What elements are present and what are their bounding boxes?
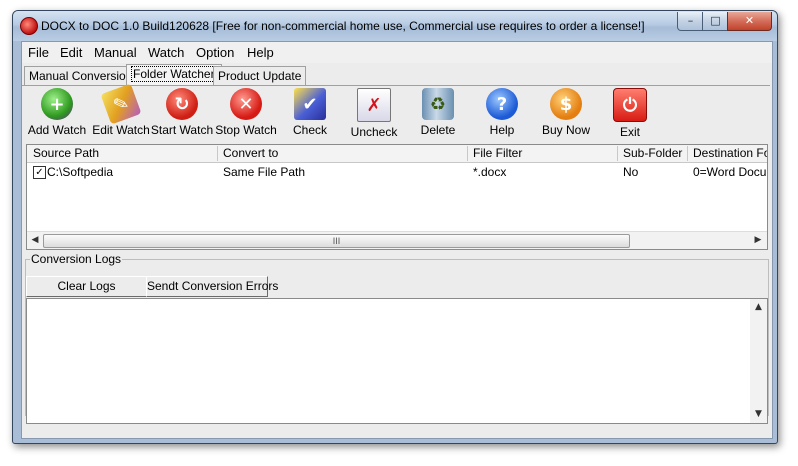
window-title: DOCX to DOC 1.0 Build120628 [Free for no… <box>41 19 645 33</box>
check-label: Check <box>292 123 327 137</box>
start-watch-button[interactable]: ↻ Start Watch <box>150 88 214 140</box>
cell-sub-folder: No <box>623 165 639 179</box>
edit-watch-icon: ✎ <box>100 83 142 125</box>
log-content <box>27 299 767 303</box>
table-row[interactable]: ✓ C:\Softpedia Same File Path *.docx No … <box>27 163 767 181</box>
buy-now-button[interactable]: $ Buy Now <box>534 88 598 140</box>
check-icon: ✔ <box>294 88 326 120</box>
menu-file[interactable]: File <box>28 45 49 60</box>
tab-update-label: Product Update <box>218 69 302 83</box>
menu-bar: File Edit Manual Watch Option Help <box>22 42 772 63</box>
col-source-path[interactable]: Source Path <box>27 146 218 161</box>
exit-button[interactable]: ⏻ Exit <box>598 88 662 140</box>
minimize-button[interactable]: – <box>677 12 704 31</box>
title-bar[interactable]: DOCX to DOC 1.0 Build120628 [Free for no… <box>13 11 777 41</box>
stop-watch-label: Stop Watch <box>215 123 277 137</box>
conversion-log-text[interactable]: ▲ ▼ <box>26 298 768 424</box>
cell-file-filter: *.docx <box>473 165 507 179</box>
trash-icon: ♻ <box>422 88 454 120</box>
menu-option[interactable]: Option <box>196 45 234 60</box>
toolbar: + Add Watch ✎ Edit Watch ↻ Start Watch ✕… <box>22 83 770 142</box>
exit-label: Exit <box>619 125 640 139</box>
edit-watch-button[interactable]: ✎ Edit Watch <box>89 83 153 140</box>
maximize-button[interactable]: □ <box>702 12 729 31</box>
buy-now-label: Buy Now <box>541 123 591 137</box>
scroll-right-icon[interactable]: ▶ <box>751 234 765 247</box>
menu-help[interactable]: Help <box>247 45 274 60</box>
col-destination[interactable]: Destination For <box>687 146 767 161</box>
stop-watch-button[interactable]: ✕ Stop Watch <box>214 88 278 140</box>
watch-table[interactable]: Source Path Convert to File Filter Sub-F… <box>26 144 768 250</box>
tab-product-update[interactable]: Product Update <box>213 66 307 85</box>
check-button[interactable]: ✔ Check <box>278 88 342 140</box>
col-convert-to[interactable]: Convert to <box>217 146 468 161</box>
uncheck-button[interactable]: ✗ Uncheck <box>342 88 406 140</box>
scroll-thumb[interactable]: III <box>43 234 630 248</box>
tab-manual-conversion[interactable]: Manual Conversion <box>24 66 138 85</box>
tab-strip: Manual Conversion Folder Watcher Product… <box>22 64 772 86</box>
table-header: Source Path Convert to File Filter Sub-F… <box>27 145 767 163</box>
start-watch-icon: ↻ <box>166 88 198 120</box>
horizontal-scrollbar[interactable]: ◀ III ▶ <box>27 231 767 249</box>
client-area: File Edit Manual Watch Option Help Manua… <box>21 41 773 439</box>
conversion-logs-label: Conversion Logs <box>30 252 123 266</box>
edit-watch-label: Edit Watch <box>92 123 150 137</box>
tab-manual-label: Manual Conversion <box>29 69 133 83</box>
help-label: Help <box>489 123 515 137</box>
add-watch-icon: + <box>41 88 73 120</box>
cell-destination: 0=Word Document <box>693 165 767 179</box>
stop-icon: ✕ <box>230 88 262 120</box>
close-button[interactable]: ✕ <box>727 12 772 31</box>
folder-watcher-page: + Add Watch ✎ Edit Watch ↻ Start Watch ✕… <box>22 83 770 438</box>
vertical-scrollbar[interactable]: ▲ ▼ <box>750 299 767 423</box>
tab-folder-watcher[interactable]: Folder Watcher <box>126 64 222 85</box>
app-window: DOCX to DOC 1.0 Build120628 [Free for no… <box>12 10 778 444</box>
col-sub-folder[interactable]: Sub-Folder <box>617 146 688 161</box>
menu-watch[interactable]: Watch <box>148 45 184 60</box>
app-icon[interactable] <box>20 17 38 35</box>
clear-logs-button[interactable]: Clear Logs <box>26 276 147 297</box>
uncheck-label: Uncheck <box>350 125 398 139</box>
menu-edit[interactable]: Edit <box>60 45 82 60</box>
menu-manual[interactable]: Manual <box>94 45 137 60</box>
cell-source-path: C:\Softpedia <box>47 165 114 179</box>
help-icon: ? <box>486 88 518 120</box>
uncheck-icon: ✗ <box>357 88 391 122</box>
help-button[interactable]: ? Help <box>470 88 534 140</box>
add-watch-label: Add Watch <box>27 123 87 137</box>
cell-convert-to: Same File Path <box>223 165 306 179</box>
scroll-up-icon[interactable]: ▲ <box>752 300 765 314</box>
tab-watcher-label: Folder Watcher <box>131 66 217 82</box>
send-errors-button[interactable]: Sendt Conversion Errors <box>146 276 278 297</box>
col-file-filter[interactable]: File Filter <box>467 146 618 161</box>
scroll-left-icon[interactable]: ◀ <box>28 234 42 247</box>
delete-button[interactable]: ♻ Delete <box>406 88 470 140</box>
dollar-icon: $ <box>550 88 582 120</box>
start-watch-label: Start Watch <box>150 123 214 137</box>
delete-label: Delete <box>420 123 456 137</box>
scroll-down-icon[interactable]: ▼ <box>752 407 765 421</box>
power-icon: ⏻ <box>613 88 647 122</box>
add-watch-button[interactable]: + Add Watch <box>25 88 89 140</box>
